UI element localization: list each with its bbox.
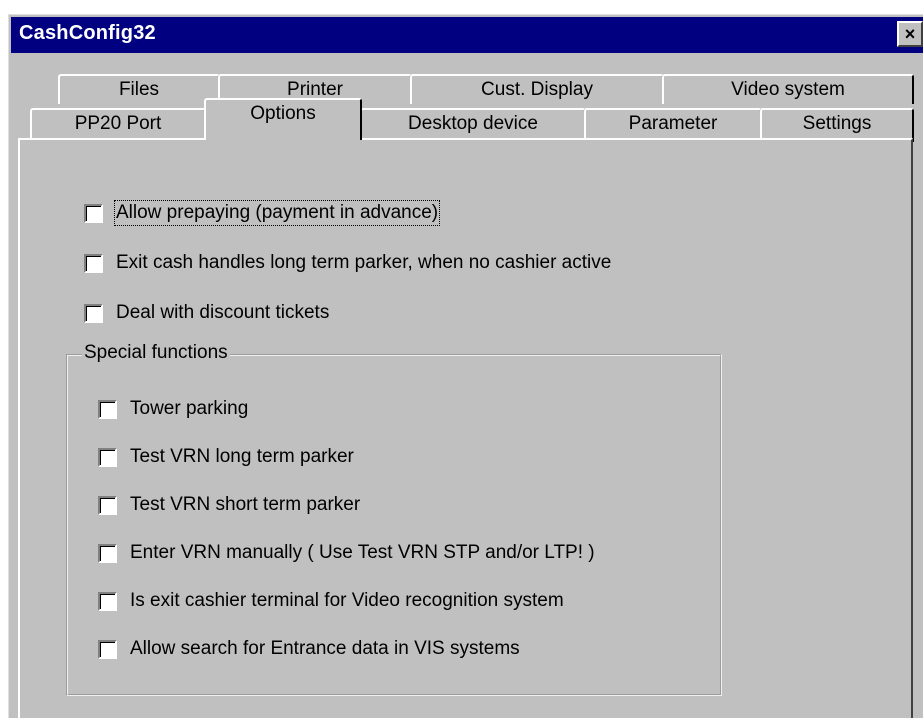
checkbox-label: Test VRN short term parker bbox=[130, 494, 361, 515]
tab-options[interactable]: Options bbox=[204, 98, 362, 140]
options-panel: Allow prepaying (payment in advance) Exi… bbox=[18, 138, 913, 718]
special-functions-group: Special functions Tower parking Test VRN… bbox=[66, 342, 722, 696]
checkbox-box[interactable] bbox=[98, 447, 117, 467]
allow-search-entrance-checkbox[interactable]: Allow search for Entrance data in VIS sy… bbox=[98, 636, 520, 662]
exit-cash-long-term-checkbox[interactable]: Exit cash handles long term parker, when… bbox=[84, 250, 611, 276]
checkbox-box[interactable] bbox=[84, 253, 103, 273]
special-functions-legend: Special functions bbox=[82, 342, 230, 364]
window-title: CashConfig32 bbox=[19, 22, 156, 44]
tab-desktop-device[interactable]: Desktop device bbox=[360, 108, 586, 142]
allow-prepaying-checkbox[interactable]: Allow prepaying (payment in advance) bbox=[84, 200, 441, 226]
checkbox-box[interactable] bbox=[98, 591, 117, 611]
close-button[interactable]: × bbox=[897, 21, 923, 47]
enter-vrn-manually-checkbox[interactable]: Enter VRN manually ( Use Test VRN STP an… bbox=[98, 540, 595, 566]
tab-parameter[interactable]: Parameter bbox=[584, 108, 762, 142]
tab-video-system[interactable]: Video system bbox=[662, 74, 914, 104]
tab-settings[interactable]: Settings bbox=[760, 108, 914, 142]
discount-tickets-checkbox[interactable]: Deal with discount tickets bbox=[84, 300, 329, 326]
checkbox-label: Tower parking bbox=[130, 398, 249, 419]
tab-files[interactable]: Files bbox=[58, 74, 220, 104]
checkbox-label: Is exit cashier terminal for Video recog… bbox=[130, 590, 564, 611]
checkbox-box[interactable] bbox=[98, 399, 117, 419]
title-bar[interactable]: CashConfig32 × bbox=[11, 17, 923, 53]
tab-pp20-port[interactable]: PP20 Port bbox=[30, 108, 206, 142]
tower-parking-checkbox[interactable]: Tower parking bbox=[98, 396, 248, 422]
checkbox-label: Deal with discount tickets bbox=[116, 302, 330, 323]
exit-cashier-video-checkbox[interactable]: Is exit cashier terminal for Video recog… bbox=[98, 588, 564, 614]
checkbox-box[interactable] bbox=[84, 203, 103, 223]
checkbox-box[interactable] bbox=[98, 639, 117, 659]
checkbox-label: Allow search for Entrance data in VIS sy… bbox=[130, 638, 520, 659]
tab-cust-display[interactable]: Cust. Display bbox=[410, 74, 664, 104]
test-vrn-short-term-checkbox[interactable]: Test VRN short term parker bbox=[98, 492, 360, 518]
checkbox-label: Test VRN long term parker bbox=[130, 446, 354, 467]
checkbox-label: Exit cash handles long term parker, when… bbox=[116, 252, 612, 273]
checkbox-box[interactable] bbox=[98, 543, 117, 563]
checkbox-label: Allow prepaying (payment in advance) bbox=[113, 200, 441, 226]
test-vrn-long-term-checkbox[interactable]: Test VRN long term parker bbox=[98, 444, 354, 470]
checkbox-box[interactable] bbox=[84, 303, 103, 323]
checkbox-label: Enter VRN manually ( Use Test VRN STP an… bbox=[130, 542, 595, 563]
checkbox-box[interactable] bbox=[98, 495, 117, 515]
